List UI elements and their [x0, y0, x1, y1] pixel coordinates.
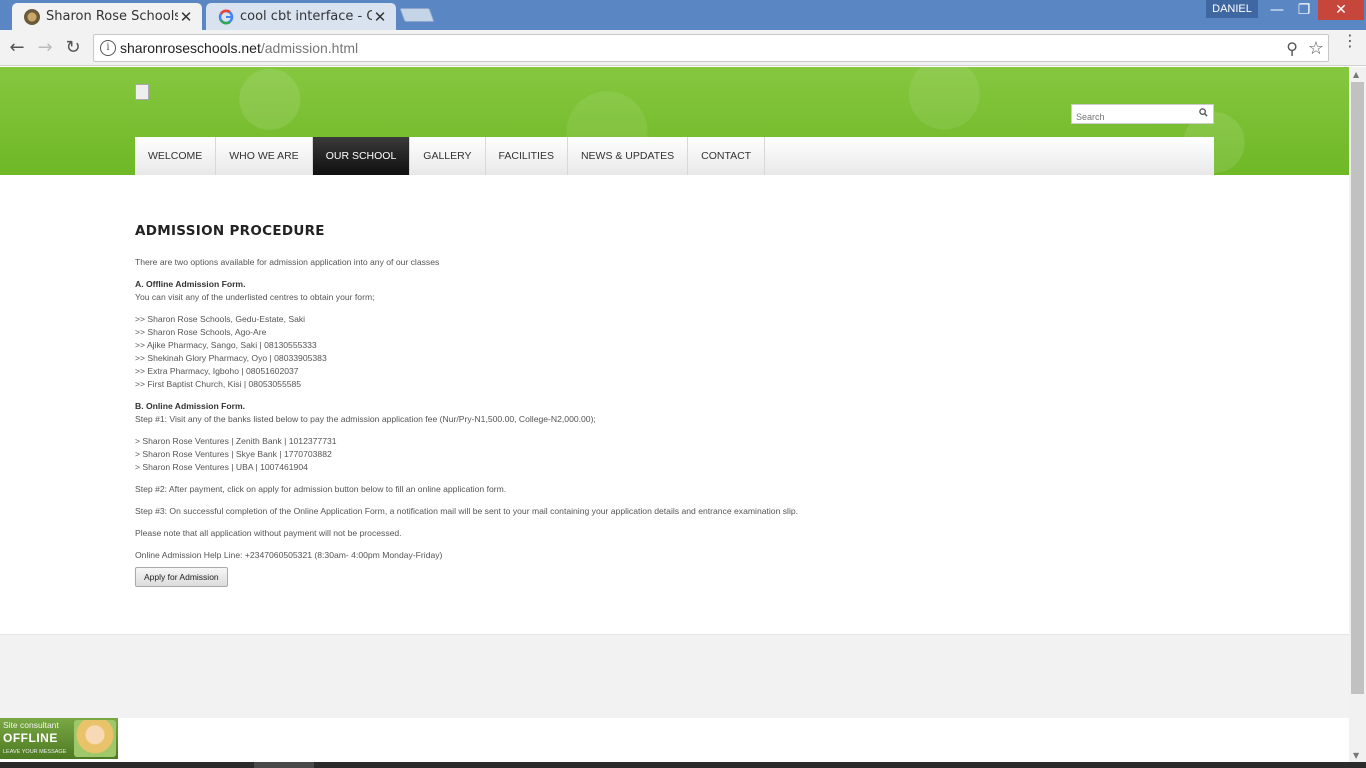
apply-for-admission-button[interactable]: Apply for Admission	[135, 567, 228, 587]
nav-item-facilities[interactable]: FACILITIES	[486, 137, 568, 175]
tab-google-search[interactable]: cool cbt interface - Goog ✕	[206, 3, 396, 30]
tab-sharon-rose[interactable]: Sharon Rose Schools | Ac ✕	[12, 3, 202, 30]
centres-list: >> Sharon Rose Schools, Gedu-Estate, Sak…	[135, 313, 1035, 391]
nav-item-welcome[interactable]: WELCOME	[135, 137, 217, 175]
site-search[interactable]	[1071, 104, 1214, 126]
step-3-text: Step #3: On successful completion of the…	[135, 506, 799, 516]
zoom-icon[interactable]: ⚲	[1286, 39, 1298, 58]
scroll-down-icon[interactable]: ▼	[1353, 751, 1359, 760]
new-tab-button[interactable]	[399, 8, 435, 22]
nav-item-news-updates[interactable]: NEWS & UPDATES	[568, 137, 689, 175]
list-item: >> First Baptist Church, Kisi | 08053055…	[135, 379, 302, 389]
reload-button[interactable]: ↻	[62, 37, 84, 59]
site-footer	[0, 634, 1349, 718]
offline-desc: You can visit any of the underlisted cen…	[135, 292, 375, 302]
browser-toolbar: ← → ↻ i sharonroseschools.net/admission.…	[0, 30, 1366, 66]
live-chat-widget[interactable]: Site consultant OFFLINE LEAVE YOUR MESSA…	[0, 718, 118, 759]
os-taskbar	[0, 762, 1366, 768]
tab-title: Sharon Rose Schools | Ac	[46, 9, 178, 24]
page-scrollbar[interactable]: ▲ ▼	[1349, 67, 1366, 762]
intro-text: There are two options available for admi…	[135, 257, 440, 267]
search-input[interactable]	[1072, 108, 1192, 126]
restore-button[interactable]: ❐	[1290, 0, 1318, 20]
list-item: >> Sharon Rose Schools, Ago-Are	[135, 327, 267, 337]
chat-status: OFFLINE	[3, 731, 58, 745]
online-title: B. Online Admission Form.	[135, 401, 245, 411]
info-icon[interactable]: i	[100, 40, 116, 56]
search-icon[interactable]	[1199, 108, 1208, 120]
helpline-text: Online Admission Help Line: +23470605053…	[135, 550, 443, 560]
site-header: WELCOME WHO WE ARE OUR SCHOOL GALLERY FA…	[0, 67, 1349, 175]
taskbar-item[interactable]	[254, 762, 314, 768]
broken-logo-image[interactable]	[135, 84, 149, 100]
banks-list: > Sharon Rose Ventures | Zenith Bank | 1…	[135, 435, 1035, 474]
google-icon	[218, 9, 234, 25]
step-1-text: Step #1: Visit any of the banks listed b…	[135, 414, 596, 424]
chat-leave-message: LEAVE YOUR MESSAGE	[3, 749, 67, 755]
url-text[interactable]: sharonroseschools.net/admission.html	[120, 40, 358, 56]
close-icon[interactable]: ✕	[178, 8, 194, 26]
admission-content: ADMISSION PROCEDURE There are two option…	[135, 223, 1035, 587]
offline-title: A. Offline Admission Form.	[135, 279, 246, 289]
page-title: ADMISSION PROCEDURE	[135, 223, 325, 239]
tab-title: cool cbt interface - Goog	[240, 9, 372, 24]
main-nav: WELCOME WHO WE ARE OUR SCHOOL GALLERY FA…	[135, 137, 1214, 175]
step-2-text: Step #2: After payment, click on apply f…	[135, 484, 507, 494]
nav-item-gallery[interactable]: GALLERY	[410, 137, 486, 175]
consultant-avatar	[74, 720, 116, 757]
address-bar[interactable]: i sharonroseschools.net/admission.html ⚲…	[93, 34, 1329, 62]
close-icon[interactable]: ✕	[372, 8, 388, 26]
payment-note: Please note that all application without…	[135, 528, 402, 538]
list-item: > Sharon Rose Ventures | UBA | 100746190…	[135, 462, 308, 472]
profile-button[interactable]: DANIEL	[1206, 0, 1258, 18]
offline-section: A. Offline Admission Form. You can visit…	[135, 278, 1035, 304]
list-item: >> Ajike Pharmacy, Sango, Saki | 0813055…	[135, 340, 317, 350]
nav-item-contact[interactable]: CONTACT	[688, 137, 766, 175]
minimize-button[interactable]: —	[1263, 0, 1291, 20]
list-item: >> Shekinah Glory Pharmacy, Oyo | 080339…	[135, 353, 327, 363]
chat-widget-label: Site consultant	[3, 720, 59, 730]
bookmark-star-icon[interactable]: ☆	[1308, 38, 1324, 59]
scroll-up-icon[interactable]: ▲	[1353, 70, 1359, 79]
url-path: /admission.html	[260, 40, 359, 56]
list-item: > Sharon Rose Ventures | Skye Bank | 177…	[135, 449, 332, 459]
nav-item-who-we-are[interactable]: WHO WE ARE	[216, 137, 313, 175]
school-crest-icon	[24, 8, 40, 25]
url-domain: sharonroseschools.net	[120, 40, 261, 56]
window-close-button[interactable]: ✕	[1318, 0, 1364, 20]
list-item: >> Sharon Rose Schools, Gedu-Estate, Sak…	[135, 314, 306, 324]
scrollbar-thumb[interactable]	[1351, 82, 1364, 694]
back-button[interactable]: ←	[6, 37, 28, 59]
nav-item-our-school[interactable]: OUR SCHOOL	[312, 137, 411, 175]
online-section: B. Online Admission Form. Step #1: Visit…	[135, 400, 1035, 426]
menu-icon[interactable]: ⋮	[1342, 33, 1358, 49]
page-viewport: WELCOME WHO WE ARE OUR SCHOOL GALLERY FA…	[0, 67, 1349, 762]
browser-titlebar: Sharon Rose Schools | Ac ✕ cool cbt inte…	[0, 0, 1366, 30]
forward-button[interactable]: →	[34, 37, 56, 59]
list-item: > Sharon Rose Ventures | Zenith Bank | 1…	[135, 436, 337, 446]
list-item: >> Extra Pharmacy, Igboho | 08051602037	[135, 366, 299, 376]
